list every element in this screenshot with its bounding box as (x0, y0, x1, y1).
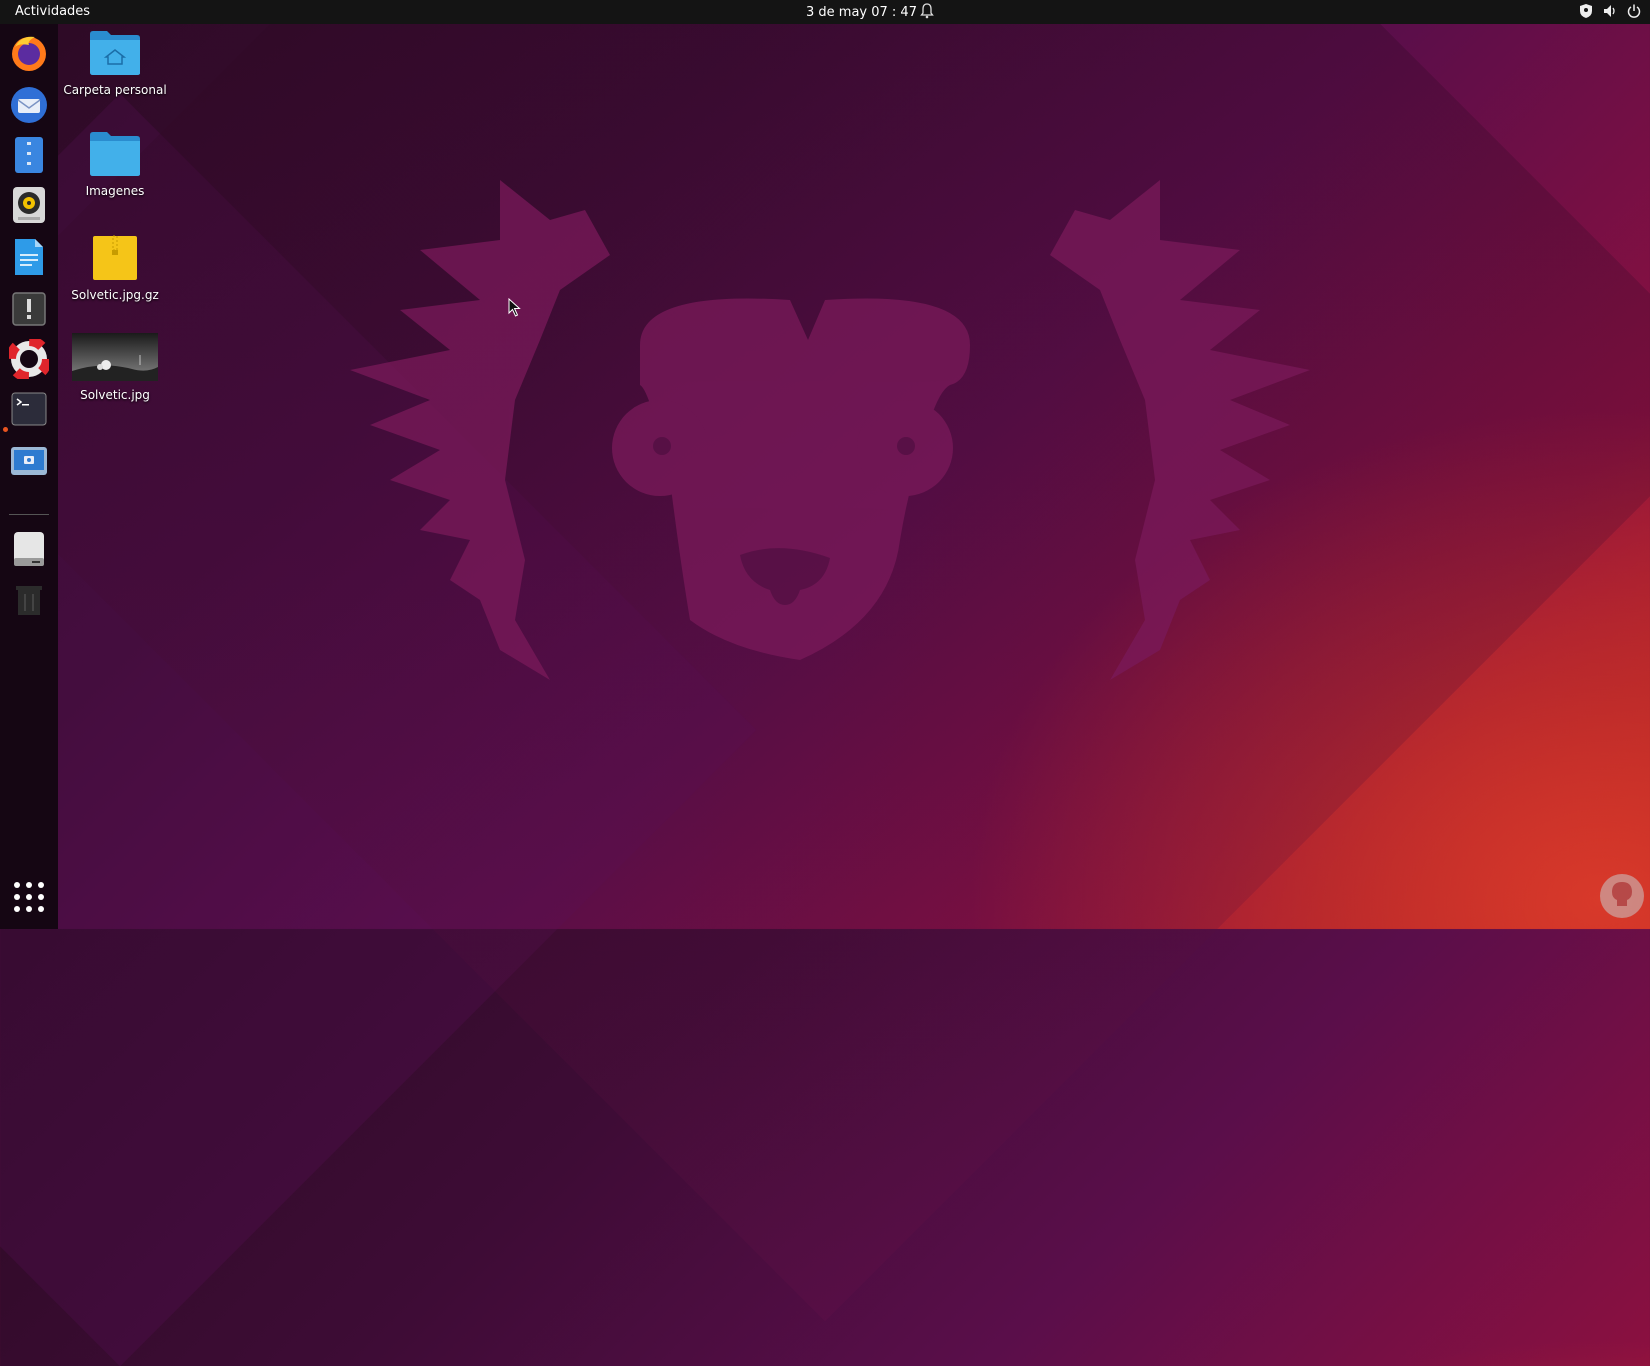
dock-item-writer[interactable] (8, 236, 50, 278)
top-bar: Actividades 3 de may 07 : 47 (0, 0, 1650, 24)
help-lifebuoy-icon (9, 339, 49, 379)
desktop-icon-label: Solvetic.jpg (80, 388, 150, 402)
firefox-icon (12, 36, 46, 71)
watermark-head-icon (1612, 882, 1632, 906)
dock-item-rhythmbox[interactable] (8, 184, 50, 226)
dock-item-files[interactable] (8, 134, 50, 176)
shield-icon[interactable] (1578, 3, 1594, 19)
updater-icon (12, 292, 46, 326)
dock-item-screenshot[interactable] (8, 440, 50, 482)
desktop-icon-solvetic-gz[interactable]: Solvetic.jpg.gz (60, 235, 170, 302)
screenshot-camera-icon (11, 447, 47, 475)
rhythmbox-icon (13, 187, 45, 223)
system-tray[interactable] (1578, 3, 1642, 19)
files-icon (15, 137, 43, 173)
terminal-icon (11, 392, 47, 426)
image-thumbnail-icon (72, 333, 158, 381)
writer-icon (15, 239, 43, 275)
archive-icon (93, 235, 137, 280)
mouse-cursor-icon (508, 298, 521, 317)
desktop-icon-label: Imagenes (85, 184, 145, 198)
thunderbird-icon (11, 87, 47, 123)
clock[interactable]: 3 de may 07 : 47 (806, 5, 917, 20)
dock-item-terminal[interactable] (8, 388, 50, 430)
home-folder-icon (90, 31, 140, 75)
desktop-icon-home[interactable]: Carpeta personal (60, 30, 170, 97)
desktop-icon-label: Carpeta personal (63, 83, 167, 97)
dock-item-help[interactable] (8, 338, 50, 380)
folder-icon (90, 132, 140, 176)
show-applications-button[interactable] (8, 876, 50, 918)
volume-icon[interactable] (1602, 3, 1618, 19)
watermark-logo (1600, 874, 1644, 918)
desktop-icon-solvetic-jpg[interactable]: Solvetic.jpg (60, 333, 170, 402)
desktop-icon-label: Solvetic.jpg.gz (71, 288, 159, 302)
dock-item-trash[interactable] (8, 578, 50, 620)
trash-icon (16, 586, 42, 615)
dock-item-thunderbird[interactable] (8, 84, 50, 126)
dock-separator (9, 514, 49, 515)
app-grid-icon (14, 882, 44, 912)
wallpaper-mascot (350, 180, 1310, 680)
notification-bell-icon[interactable] (920, 3, 934, 19)
drive-icon (14, 532, 44, 566)
dock-item-drive[interactable] (8, 528, 50, 570)
power-icon[interactable] (1626, 3, 1642, 19)
desktop-icon-imagenes[interactable]: Imagenes (60, 131, 170, 198)
activities-button[interactable]: Actividades (15, 4, 90, 19)
dock-item-software-updater[interactable] (8, 288, 50, 330)
dock (0, 24, 58, 929)
dock-item-firefox[interactable] (8, 32, 50, 74)
